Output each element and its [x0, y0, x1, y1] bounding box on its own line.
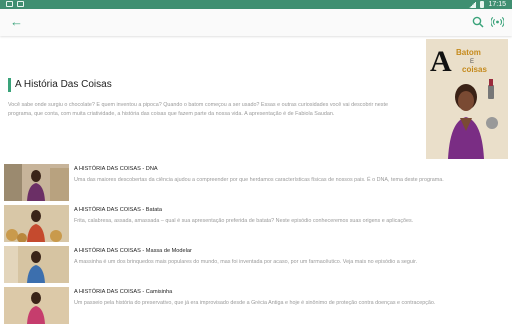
list-item[interactable]: A HISTÓRIA DAS COISAS - Batata Frita, ca…: [4, 205, 508, 246]
episode-title: A HISTÓRIA DAS COISAS - Camisinha: [74, 289, 173, 295]
episode-title: A HISTÓRIA DAS COISAS - Batata: [74, 207, 162, 213]
arrow-back-icon[interactable]: ←: [10, 14, 23, 30]
battery-icon: [480, 1, 485, 8]
show-poster: A Batom E coisas: [426, 39, 508, 159]
broadcast-icon[interactable]: [491, 16, 504, 28]
list-item[interactable]: A HISTÓRIA DAS COISAS - Camisinha Um pas…: [4, 287, 508, 328]
app-bar: ←: [0, 9, 512, 36]
notification-icon: [6, 1, 13, 7]
episode-title: A HISTÓRIA DAS COISAS - DNA: [74, 166, 158, 172]
episode-thumbnail[interactable]: [4, 246, 69, 283]
episode-description: Um passeio pela história do preservativo…: [74, 300, 436, 306]
search-icon[interactable]: [472, 16, 484, 28]
episode-thumbnail[interactable]: [4, 164, 69, 201]
episode-title: A HISTÓRIA DAS COISAS - Massa de Modelar: [74, 248, 192, 254]
episode-thumbnail[interactable]: [4, 287, 69, 324]
episode-description: Uma das maiores descobertas da ciência a…: [74, 177, 444, 183]
poster-word: coisas: [462, 65, 487, 74]
status-bar: 17:15: [0, 0, 512, 9]
episode-list: A HISTÓRIA DAS COISAS - DNA Uma das maio…: [4, 164, 508, 328]
poster-letter: A: [430, 45, 452, 78]
notification-icons: [6, 0, 24, 7]
episode-thumbnail[interactable]: [4, 205, 69, 242]
status-time: 17:15: [488, 1, 506, 8]
signal-icon: [469, 1, 477, 8]
episode-description: Frita, calabresa, assada, amassada – qua…: [74, 218, 414, 224]
notification-icon: [17, 1, 24, 7]
show-description: Você sabe onde surgiu o chocolate? E que…: [8, 102, 388, 117]
list-item[interactable]: A HISTÓRIA DAS COISAS - DNA Uma das maio…: [4, 164, 508, 205]
show-title: A História Das Coisas: [8, 78, 112, 92]
episode-description: A massinha é um dos brinquedos mais popu…: [74, 259, 418, 265]
list-item[interactable]: A HISTÓRIA DAS COISAS - Massa de Modelar…: [4, 246, 508, 287]
poster-word: Batom: [456, 48, 481, 57]
